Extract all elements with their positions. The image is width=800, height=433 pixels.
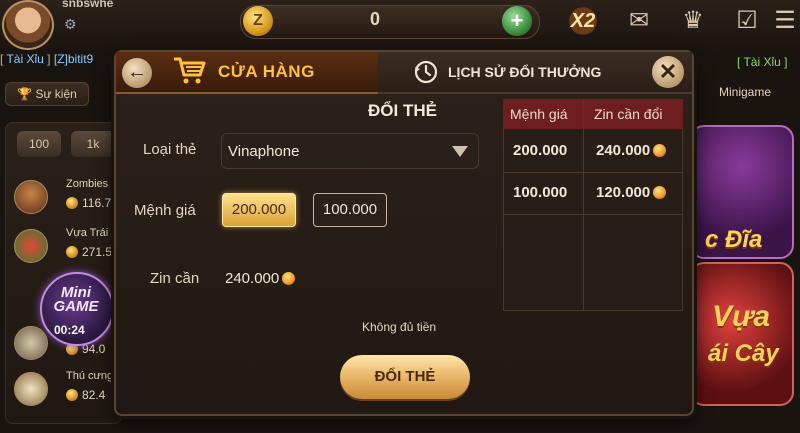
minigame-label: Mini GAME (53, 284, 99, 315)
leaderboard-row[interactable]: Thú cưng 82.4 (12, 368, 122, 408)
ticker-right-game: Tài Xỉu (743, 55, 781, 69)
back-button[interactable]: ← (122, 58, 152, 88)
rate-divider (503, 214, 683, 215)
coin-icon (653, 186, 667, 199)
zin-required-value: 240.000 (225, 270, 296, 287)
coin-icon (66, 246, 78, 258)
rate-cell: 120.000 (596, 184, 667, 201)
coin-icon (66, 197, 78, 209)
card-type-value: Vinaphone (228, 143, 300, 160)
balance-bar (240, 5, 540, 39)
rate-cell: 240.000 (596, 142, 667, 159)
coin-icon (282, 272, 296, 285)
ticker-left: [ Tài Xỉu ] [Z]bitit9 (0, 52, 94, 66)
minigame-timer: 00:24 (54, 323, 85, 337)
coin-icon (653, 144, 667, 157)
zin-coin-icon: Z (243, 6, 273, 36)
chevron-down-icon (452, 146, 468, 157)
denomination-label: Mệnh giá (134, 202, 196, 219)
history-title: LỊCH SỬ ĐỔI THƯỞNG (448, 64, 602, 80)
add-funds-button[interactable]: + (502, 6, 532, 36)
tab-events[interactable]: 🏆 Sự kiện (5, 82, 89, 106)
rate-cell: 200.000 (513, 142, 568, 159)
rate-cell: 100.000 (513, 184, 568, 201)
crown-icon[interactable]: ♛ (676, 6, 710, 36)
avatar (14, 372, 48, 406)
form-title: ĐỔI THẺ (368, 101, 437, 120)
avatar (14, 180, 48, 214)
card-type-label: Loại thẻ (143, 141, 197, 158)
x2-boost-button[interactable]: X2 (558, 4, 608, 38)
game-card-vua-title-2: ái Cây (708, 340, 779, 367)
rate-header-zin: Zin cần đổi (594, 106, 663, 122)
balance-value: 0 (370, 9, 381, 29)
insufficient-funds-notice: Không đủ tiền (362, 320, 437, 334)
ticker-game: Tài Xỉu (6, 52, 44, 66)
menu-icon[interactable]: ☰ (768, 6, 800, 36)
mail-icon[interactable]: ✉ (622, 6, 656, 36)
rate-divider (583, 99, 584, 311)
chip-1k[interactable]: 1k (71, 131, 115, 157)
leaderboard-row[interactable]: Zombies 116.7 (12, 176, 122, 216)
zin-required-label: Zin cần (150, 270, 200, 287)
game-card-vua-trai-cay[interactable] (690, 262, 794, 406)
rank-icon: ⚙ (64, 16, 77, 32)
leaderboard-row[interactable]: Vựa Trái 271.5 (12, 225, 122, 265)
chip-100[interactable]: 100 (17, 131, 61, 157)
denomination-option-100000[interactable]: 100.000 (313, 193, 387, 227)
avatar (14, 229, 48, 263)
shop-title: CỬA HÀNG (218, 62, 315, 81)
game-card-xocdia-title: c Đĩa (705, 226, 763, 253)
redeem-card-button[interactable]: ĐỔI THẺ (340, 355, 470, 399)
avatar (14, 326, 48, 360)
denomination-option-200000[interactable]: 200.000 (222, 193, 296, 227)
tab-minigame[interactable]: Minigame (700, 85, 790, 105)
game-card-vua-title-1: Vựa (712, 300, 771, 333)
ticker-right: [ Tài Xỉu ] (737, 55, 788, 69)
rate-header-denomination: Mệnh giá (510, 106, 568, 122)
cart-icon (172, 56, 206, 88)
username: snbswhe (62, 0, 114, 10)
player-avatar[interactable] (2, 0, 54, 50)
ticker-user: [Z]bitit9 (53, 52, 94, 66)
shield-check-icon[interactable]: ☑ (730, 6, 764, 36)
coin-icon (66, 389, 78, 401)
rate-divider (503, 172, 683, 173)
history-icon (412, 58, 440, 86)
close-button[interactable]: ✕ (652, 56, 684, 88)
rate-table (503, 99, 683, 311)
